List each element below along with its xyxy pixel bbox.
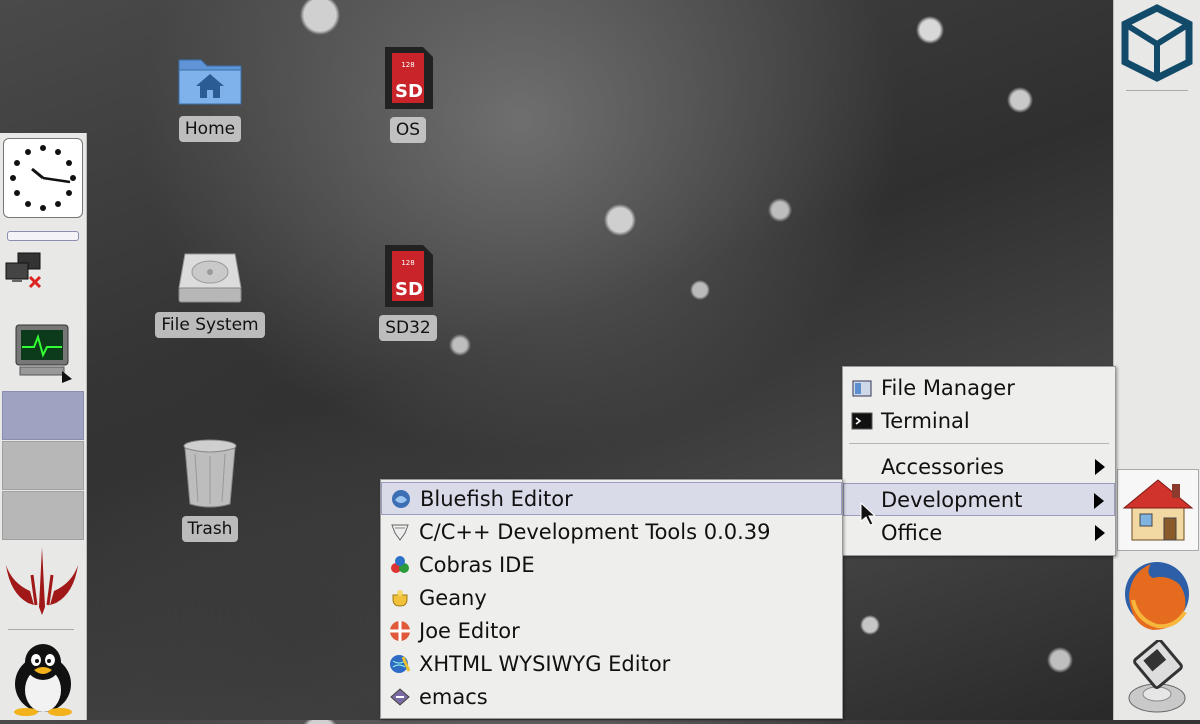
svg-text:SD: SD xyxy=(395,81,423,102)
menu-item-geany[interactable]: Geany xyxy=(381,581,842,614)
menu-item-label: Development xyxy=(881,487,1023,512)
development-submenu: Bluefish Editor C/C++ Development Tools … xyxy=(380,479,843,719)
workspace-2[interactable] xyxy=(2,441,84,490)
desktop-icon-label: OS xyxy=(389,117,427,143)
menu-item-development[interactable]: Development xyxy=(843,483,1115,516)
xhtml-editor-icon xyxy=(389,653,411,675)
firefox-icon[interactable] xyxy=(1119,556,1195,636)
network-disconnected-icon[interactable] xyxy=(4,251,44,295)
workspace-1[interactable] xyxy=(2,391,84,440)
menu-item-label: Joe Editor xyxy=(419,618,520,643)
joe-icon xyxy=(389,620,411,642)
menu-item-xhtml-editor[interactable]: XHTML WYSIWYG Editor xyxy=(381,647,842,680)
clock-icon[interactable] xyxy=(3,138,83,218)
menu-item-label: Bluefish Editor xyxy=(420,486,573,511)
menu-item-label: XHTML WYSIWYG Editor xyxy=(419,651,671,676)
sd-card-icon: 128 SD xyxy=(385,47,433,109)
tux-icon[interactable] xyxy=(6,638,80,720)
menu-item-file-manager[interactable]: File Manager xyxy=(843,371,1115,404)
menu-item-label: Office xyxy=(881,520,943,545)
menu-item-label: Geany xyxy=(419,585,487,610)
panel-separator xyxy=(8,629,74,630)
right-panel xyxy=(1113,0,1200,720)
hard-drive-icon xyxy=(178,253,242,303)
menu-item-label: Terminal xyxy=(881,408,970,433)
cobras-icon xyxy=(389,554,411,576)
panel-separator xyxy=(1126,90,1188,91)
menu-item-label: File Manager xyxy=(881,375,1015,400)
menu-item-emacs[interactable]: emacs xyxy=(381,680,842,713)
emacs-icon xyxy=(389,686,411,708)
mouse-pointer-icon xyxy=(860,501,877,530)
desktop-icon-os[interactable]: 128 SD OS xyxy=(348,45,468,143)
desktop-icon-label: SD32 xyxy=(379,315,437,341)
cube-logo-icon[interactable] xyxy=(1119,4,1195,86)
bluefish-icon xyxy=(390,488,412,510)
home-house-icon[interactable] xyxy=(1117,469,1199,551)
desktop-icon-filesystem[interactable]: File System xyxy=(150,250,270,338)
desktop-icon-home[interactable]: Home xyxy=(150,50,270,142)
geany-icon xyxy=(389,587,411,609)
menu-item-accessories[interactable]: Accessories xyxy=(843,450,1115,483)
workspace-bar[interactable] xyxy=(7,231,79,241)
desktop-icon-label: Trash xyxy=(181,516,239,542)
menu-item-label: Cobras IDE xyxy=(419,552,535,577)
workspace-3[interactable] xyxy=(2,491,84,540)
menu-item-cobras[interactable]: Cobras IDE xyxy=(381,548,842,581)
desktop-icon-trash[interactable]: Trash xyxy=(150,438,270,542)
svg-text:128: 128 xyxy=(401,259,414,267)
main-menu: File Manager Terminal Accessories Develo… xyxy=(842,366,1116,556)
desktop-icon-label: File System xyxy=(155,312,265,338)
menu-item-bluefish[interactable]: Bluefish Editor xyxy=(381,482,842,515)
svg-text:SD: SD xyxy=(395,279,423,300)
submenu-arrow-icon xyxy=(1094,493,1104,509)
menu-item-terminal[interactable]: Terminal xyxy=(843,404,1115,437)
left-panel xyxy=(0,133,87,720)
menu-item-label: emacs xyxy=(419,684,488,709)
quake-icon[interactable] xyxy=(4,545,80,621)
cpp-tools-icon xyxy=(389,521,411,543)
menu-item-joe[interactable]: Joe Editor xyxy=(381,614,842,647)
submenu-arrow-icon xyxy=(1095,525,1105,541)
folder-icon xyxy=(851,377,873,399)
sd-card-icon: 128 SD xyxy=(385,245,433,307)
menu-item-label: Accessories xyxy=(881,454,1005,479)
submenu-arrow-icon xyxy=(1095,459,1105,475)
desktop-icon-sd32[interactable]: 128 SD SD32 xyxy=(348,243,468,341)
menu-item-cpp-tools[interactable]: C/C++ Development Tools 0.0.39 xyxy=(381,515,842,548)
disk-mount-icon[interactable] xyxy=(1119,639,1195,724)
menu-item-label: C/C++ Development Tools 0.0.39 xyxy=(419,519,771,544)
desktop-icon-label: Home xyxy=(178,116,242,142)
menu-separator xyxy=(849,443,1109,444)
home-folder-icon xyxy=(178,59,242,105)
terminal-icon xyxy=(851,410,873,432)
svg-text:128: 128 xyxy=(401,61,414,69)
system-monitor-icon[interactable] xyxy=(12,321,74,387)
trash-icon xyxy=(183,439,237,508)
menu-item-office[interactable]: Office xyxy=(843,516,1115,549)
